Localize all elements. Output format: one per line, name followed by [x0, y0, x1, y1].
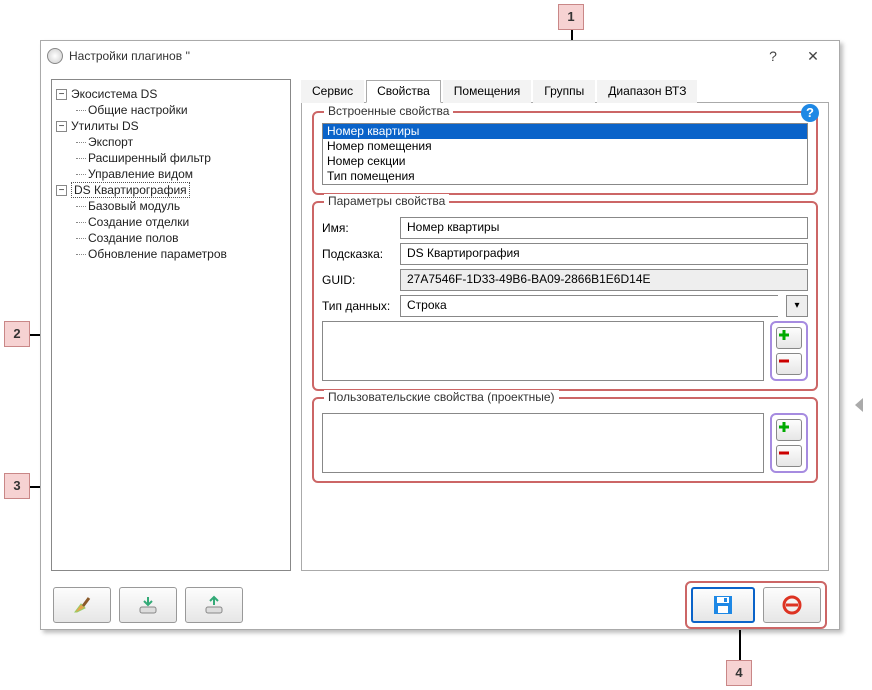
tab-properties[interactable]: Свойства	[366, 80, 441, 103]
type-label: Тип данных:	[322, 299, 392, 313]
add-button[interactable]	[776, 327, 802, 349]
callout-3: 3	[4, 473, 30, 499]
callout-1: 1	[558, 4, 584, 30]
list-item[interactable]: Номер квартиры	[323, 124, 807, 139]
name-label: Имя:	[322, 221, 392, 235]
custom-properties-group: Пользовательские свойства (проектные)	[312, 397, 818, 483]
add-button[interactable]	[776, 419, 802, 441]
hint-label: Подсказка:	[322, 247, 392, 261]
type-select[interactable]: Строка	[400, 295, 778, 317]
remove-button[interactable]	[776, 445, 802, 467]
tab-range[interactable]: Диапазон ВТЗ	[597, 80, 697, 103]
tree-node[interactable]: Общие настройки	[74, 102, 286, 118]
tab-bar: Сервис Свойства Помещения Группы Диапазо…	[301, 79, 829, 103]
chevron-down-icon[interactable]: ▾	[786, 295, 808, 317]
close-button[interactable]: ✕	[793, 48, 833, 65]
import-button[interactable]	[119, 587, 177, 623]
drive-import-icon	[137, 594, 159, 616]
property-params-group: Параметры свойства Имя: Номер квартиры П…	[312, 201, 818, 391]
group-legend: Встроенные свойства	[324, 104, 453, 118]
titlebar: Настройки плагинов '' ? ✕	[41, 41, 839, 71]
tree-node[interactable]: Обновление параметров	[74, 246, 286, 262]
tab-rooms[interactable]: Помещения	[443, 80, 531, 103]
property-values-list[interactable]	[322, 321, 764, 381]
expand-icon[interactable]: −	[56, 185, 67, 196]
plugin-settings-dialog: Настройки плагинов '' ? ✕ −Экосистема DS…	[40, 40, 840, 630]
tree-node[interactable]: Расширенный фильтр	[74, 150, 286, 166]
group-legend: Пользовательские свойства (проектные)	[324, 390, 559, 404]
name-field[interactable]: Номер квартиры	[400, 217, 808, 239]
list-item[interactable]: Тип помещения	[323, 169, 807, 184]
add-remove-buttons	[770, 413, 808, 473]
tab-groups[interactable]: Группы	[533, 80, 595, 103]
remove-button[interactable]	[776, 353, 802, 375]
tree-node[interactable]: Экосистема DS	[71, 87, 157, 101]
brush-icon	[71, 594, 93, 616]
tree-node-selected[interactable]: DS Квартирография	[71, 182, 190, 198]
help-button[interactable]: ?	[753, 48, 793, 64]
no-entry-icon	[781, 594, 803, 616]
export-button[interactable]	[185, 587, 243, 623]
expand-icon[interactable]: −	[56, 121, 67, 132]
guid-field: 27A7546F-1D33-49B6-BA09-2866B1E6D14E	[400, 269, 808, 291]
dialog-footer	[41, 571, 839, 639]
custom-properties-list[interactable]	[322, 413, 764, 473]
expand-icon[interactable]: −	[56, 89, 67, 100]
app-icon	[47, 48, 63, 64]
drive-export-icon	[203, 594, 225, 616]
tab-service[interactable]: Сервис	[301, 80, 364, 103]
tree-node[interactable]: Базовый модуль	[74, 198, 286, 214]
save-cancel-group	[685, 581, 827, 629]
info-icon[interactable]: ?	[801, 104, 819, 122]
tree-node[interactable]: Создание отделки	[74, 214, 286, 230]
callout-4: 4	[726, 660, 752, 686]
callout-2: 2	[4, 321, 30, 347]
list-item[interactable]: Номер помещения	[323, 139, 807, 154]
list-item[interactable]: Номер секции	[323, 154, 807, 169]
side-marker-icon	[855, 398, 863, 412]
tree-node[interactable]: Создание полов	[74, 230, 286, 246]
hint-field[interactable]: DS Квартирография	[400, 243, 808, 265]
builtin-properties-group: ? Встроенные свойства Номер квартиры Ном…	[312, 111, 818, 195]
brush-button[interactable]	[53, 587, 111, 623]
floppy-icon	[711, 593, 735, 617]
window-title: Настройки плагинов ''	[69, 49, 753, 63]
builtin-properties-list[interactable]: Номер квартиры Номер помещения Номер сек…	[322, 123, 808, 185]
tree-node[interactable]: Утилиты DS	[71, 119, 139, 133]
cancel-button[interactable]	[763, 587, 821, 623]
save-button[interactable]	[691, 587, 755, 623]
plugin-tree[interactable]: −Экосистема DS Общие настройки −Утилиты …	[51, 79, 291, 571]
add-remove-buttons	[770, 321, 808, 381]
guid-label: GUID:	[322, 273, 392, 287]
tree-node[interactable]: Экспорт	[74, 134, 286, 150]
group-legend: Параметры свойства	[324, 194, 449, 208]
tree-node[interactable]: Управление видом	[74, 166, 286, 182]
